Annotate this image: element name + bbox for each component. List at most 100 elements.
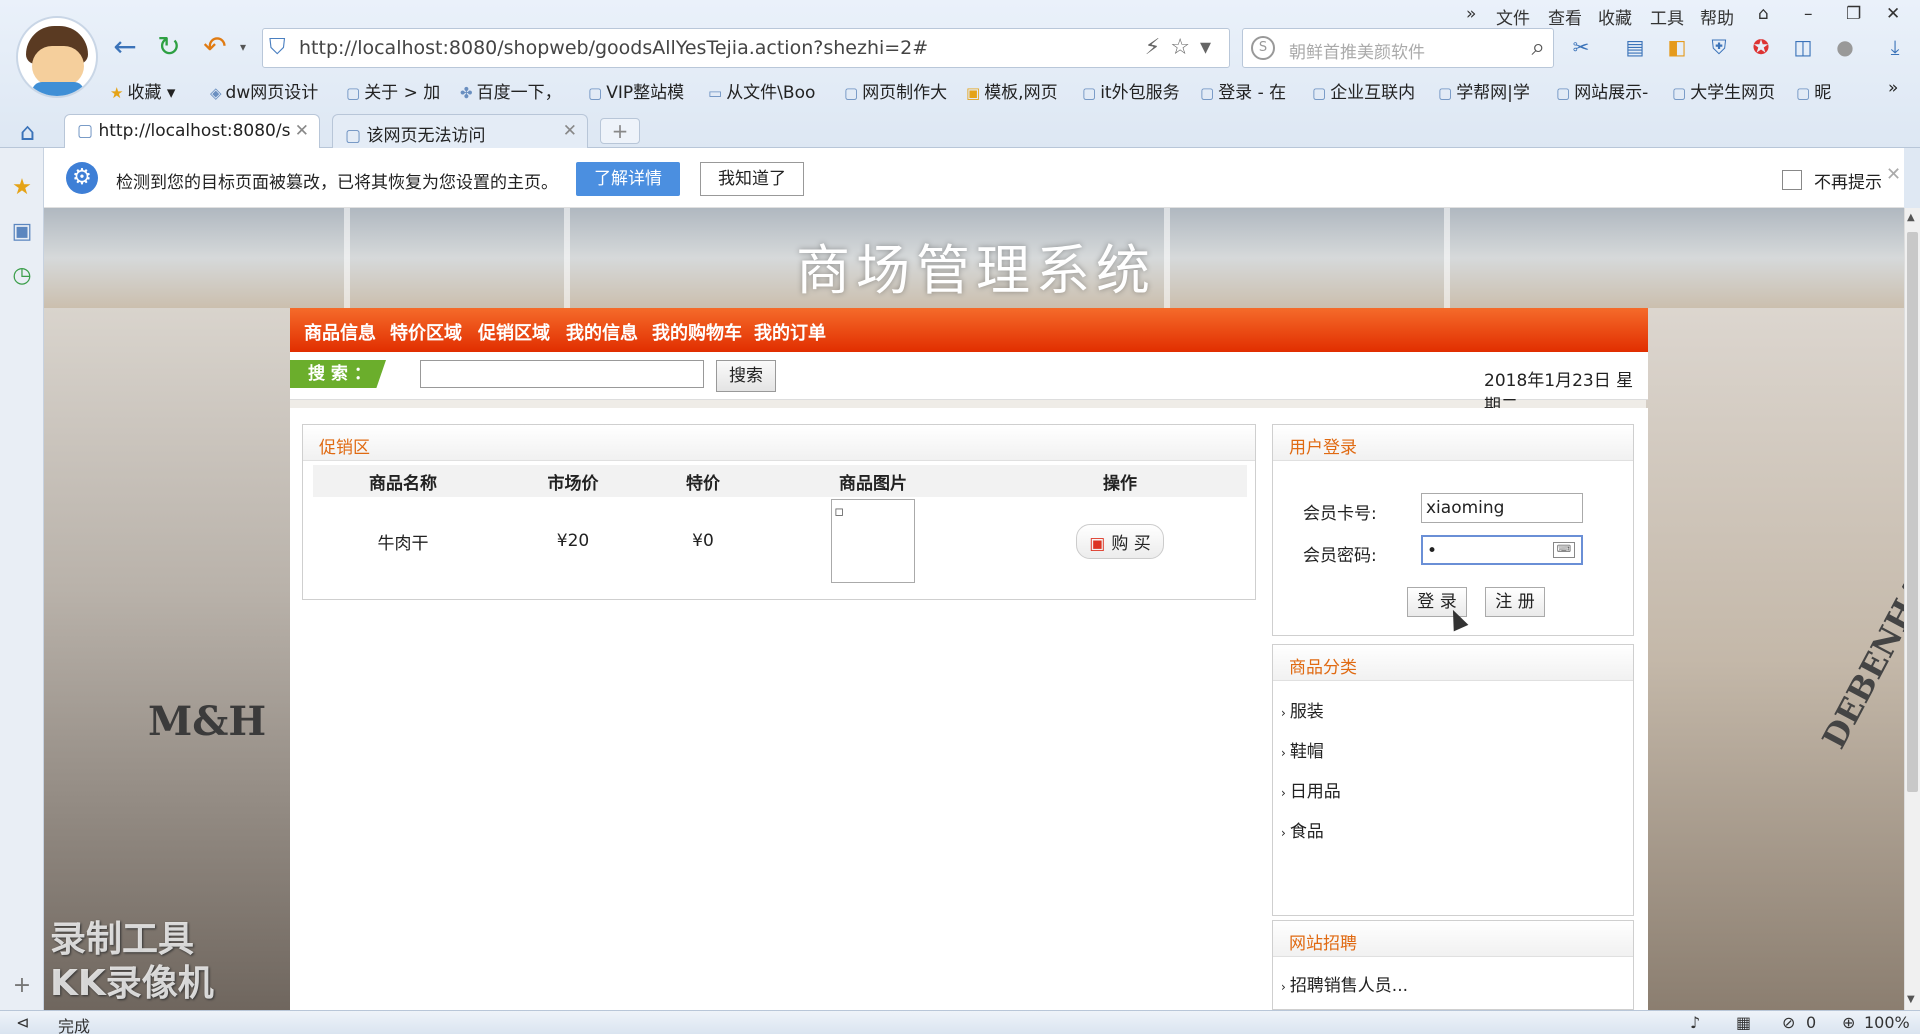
new-tab-button[interactable]: + [600,118,640,144]
bookmark-item[interactable]: ▣ 模板,网页 [966,78,1058,103]
site-search-button[interactable]: 搜索 [716,360,776,392]
dont-remind-label: 不再提示 [1814,173,1882,193]
zoom-level[interactable]: 100% [1864,1013,1910,1032]
recruit-item[interactable]: › 招聘销售人员... [1281,971,1408,996]
dont-remind-checkbox[interactable] [1782,170,1802,190]
screenshot-icon[interactable]: ▦ [1736,1013,1751,1032]
address-dropdown-icon[interactable]: ▾ [1200,35,1221,60]
card-input[interactable]: xiaoming [1421,493,1583,523]
chat-ext-icon[interactable]: ● [1832,34,1858,60]
close-tab-icon[interactable]: ✕ [563,121,577,141]
notice-message: 检测到您的目标页面被篡改，已将其恢复为您设置的主页。 [116,173,558,193]
learn-more-button[interactable]: 了解详情 [576,162,680,196]
browser-search-box[interactable]: S 朝鲜首推美颜软件 ⌕ [1242,28,1554,68]
broken-image-icon[interactable]: ▫ [831,499,915,583]
bookmark-item[interactable]: ▢ 学帮网|学 [1438,78,1530,103]
shield-ext-icon[interactable]: ⛨ [1706,34,1732,60]
bookmark-favorites[interactable]: ★ 收藏 ▾ [110,78,175,103]
bookmark-item[interactable]: ▢ 登录 - 在 [1200,78,1286,103]
search-engine-icon[interactable]: S [1251,36,1275,60]
menu-help[interactable]: 帮助 [1700,4,1734,29]
user-avatar[interactable] [16,16,98,98]
bookmark-item[interactable]: ▢ 网页制作大 [844,78,947,103]
menu-favorites[interactable]: 收藏 [1598,4,1632,29]
zoom-icon[interactable]: ⊕ [1842,1013,1855,1032]
login-title: 用户登录 [1273,425,1633,461]
bookmarks-overflow[interactable]: » [1888,78,1898,98]
category-item[interactable]: › 食品 [1281,817,1324,842]
browser-search-placeholder[interactable]: 朝鲜首推美颜软件 [1289,38,1425,63]
chevron-right-icon: › [1281,980,1286,994]
history-clock-icon[interactable]: ◷ [10,264,34,288]
address-url[interactable]: http://localhost:8080/shopweb/goodsAllYe… [299,37,928,59]
bookmark-item[interactable]: ▢ 昵 [1796,78,1831,103]
security-shield-icon: ⛉ [269,35,286,60]
tab-error[interactable]: ▢ 该网页无法访问 ✕ [332,114,588,148]
scissors-icon[interactable]: ✂ [1568,34,1594,60]
skin-icon[interactable]: ⌂ [1758,4,1769,24]
buy-button[interactable]: ▣ 购 买 [1076,523,1164,559]
register-button[interactable]: 注 册 [1485,587,1545,617]
clipboard-icon[interactable]: ◧ [1664,34,1690,60]
bookmark-item[interactable]: ◈ dw网页设计 [210,78,318,103]
sidebar-toggle-icon[interactable]: ⊲ [16,1013,29,1032]
category-item[interactable]: › 鞋帽 [1281,737,1324,762]
game-ext-icon[interactable]: ✪ [1748,34,1774,60]
site-search-input[interactable] [420,360,704,388]
menu-view[interactable]: 查看 [1548,4,1582,29]
scroll-down-icon[interactable]: ▼ [1907,994,1915,1005]
address-bar[interactable]: ⛉ http://localhost:8080/shopweb/goodsAll… [262,28,1230,68]
star-icon[interactable]: ☆ [1170,35,1200,60]
nav-my-cart[interactable]: 我的购物车 [652,319,742,345]
undo-dropdown-icon[interactable]: ▾ [226,30,260,64]
category-item[interactable]: › 日用品 [1281,777,1341,802]
baidu-icon: ✤ [460,84,473,102]
vertical-scrollbar[interactable]: ▲ ▼ [1904,208,1920,1010]
mall-photo-right: DEBENHAMS [1646,308,1904,1010]
speaker-icon[interactable]: ♪ [1690,1013,1700,1032]
nav-promo-area[interactable]: 促销区域 [478,319,550,345]
bookmark-item[interactable]: ▢ it外包服务 [1082,78,1180,103]
search-icon[interactable]: ⌕ [1532,33,1545,61]
reader-icon[interactable]: ▤ [1622,34,1648,60]
bookmark-item[interactable]: ▢ 企业互联内 [1312,78,1415,103]
page-icon: ◈ [210,84,222,102]
back-icon[interactable]: ← [108,30,142,64]
menu-file[interactable]: 文件 [1496,4,1530,29]
bookmark-item[interactable]: ▢ 网站展示- [1556,78,1648,103]
lightning-icon[interactable]: ⚡ [1145,35,1170,60]
password-row: 会员密码: • ⌨ [1303,535,1583,566]
refresh-icon[interactable]: ↻ [152,30,186,64]
favorites-star-icon[interactable]: ★ [10,176,34,200]
got-it-button[interactable]: 我知道了 [700,162,804,196]
add-icon[interactable]: + [10,974,34,998]
category-item[interactable]: › 服装 [1281,697,1324,722]
download-icon[interactable]: ⤓ [1882,34,1908,60]
address-bar-actions[interactable]: ⚡☆▾ [1145,35,1221,60]
scrollbar-thumb[interactable] [1907,232,1918,792]
password-input[interactable]: • ⌨ [1421,535,1583,565]
nav-my-orders[interactable]: 我的订单 [754,319,826,345]
menu-tools[interactable]: 工具 [1650,4,1684,29]
tab-localhost[interactable]: ▢ http://localhost:8080/s ✕ [64,114,320,148]
menu-chevron[interactable]: » [1466,4,1476,24]
bookmark-item[interactable]: ✤ 百度一下， [460,78,562,103]
nav-my-info[interactable]: 我的信息 [566,319,638,345]
reader-icon[interactable]: ▣ [10,220,34,244]
scroll-up-icon[interactable]: ▲ [1907,212,1915,223]
bookmark-item[interactable]: ▢ VIP整站模 [588,78,684,103]
close-window-icon[interactable]: ✕ [1886,4,1900,24]
bookmark-item[interactable]: ▢ 大学生网页 [1672,78,1775,103]
keyboard-icon[interactable]: ⌨ [1553,542,1575,558]
close-notice-icon[interactable]: ✕ [1886,164,1901,185]
restore-icon[interactable]: ❐ [1846,4,1861,24]
nav-goods-info[interactable]: 商品信息 [304,319,376,345]
home-icon[interactable]: ⌂ [20,118,35,146]
minimize-icon[interactable]: – [1804,4,1813,24]
translate-ext-icon[interactable]: ◫ [1790,34,1816,60]
bookmark-item[interactable]: ▢ 关于 > 加 [346,78,440,103]
close-tab-icon[interactable]: ✕ [295,121,309,141]
block-icon[interactable]: ⊘ [1782,1013,1795,1032]
nav-special-area[interactable]: 特价区域 [390,319,462,345]
bookmark-item[interactable]: ▭ 从文件\Boo [708,78,815,103]
